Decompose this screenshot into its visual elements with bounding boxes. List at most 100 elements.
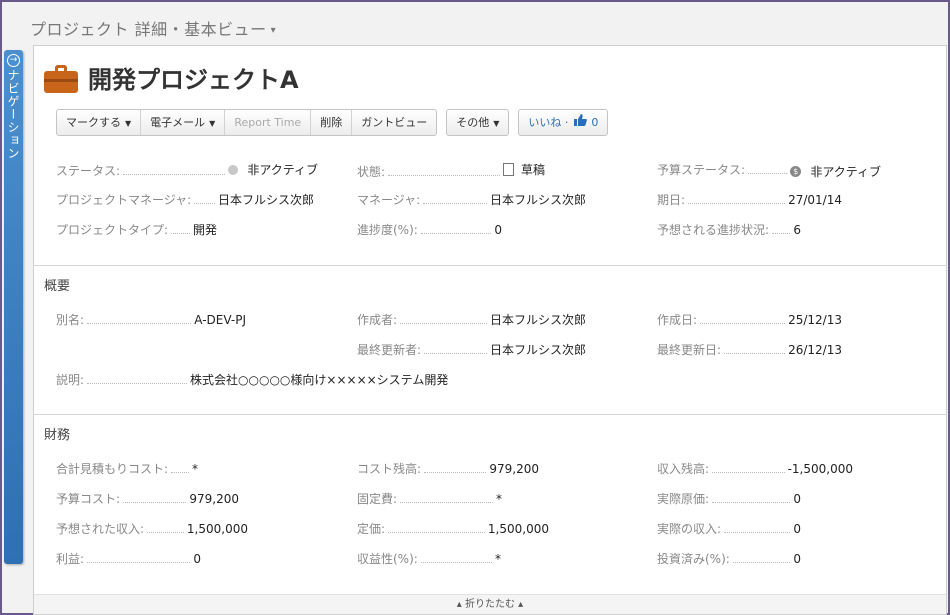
field-value: 25/12/13: [788, 313, 842, 327]
field-project-manager: プロジェクトマネージャ: 日本フルシス次郎: [56, 191, 314, 208]
field-value: 6: [793, 223, 801, 237]
field-label: 進捗度(%):: [357, 223, 418, 237]
like-button-group: いいね · 0: [518, 109, 609, 136]
navigation-tab[interactable]: → ナビゲーション: [4, 50, 23, 564]
field-value: 0: [793, 552, 801, 566]
field-label: 予算コスト:: [56, 492, 121, 506]
field-status: ステータス: 非アクティブ: [56, 161, 318, 179]
field-label: 最終更新者:: [357, 343, 422, 357]
field-label: マネージャ:: [357, 193, 421, 207]
chevron-down-icon: ▼: [125, 119, 132, 128]
app-window: プロジェクト 詳細・基本ビュー ▾ → ナビゲーション 開発プロジェクトA マーク…: [2, 2, 948, 615]
toolbar: マークする ▼ 電子メール ▼ Report Time 削除 ガントビュー その他 ▼…: [56, 109, 617, 136]
field-value: 0: [494, 223, 502, 237]
chevron-down-icon: ▼: [493, 119, 500, 128]
field-value: 979,200: [189, 492, 239, 506]
field-value: 1,500,000: [186, 522, 248, 536]
navigation-tab-label: ナビゲーション: [6, 69, 20, 160]
field-value: 0: [193, 552, 201, 566]
delete-button[interactable]: 削除: [311, 110, 353, 135]
email-button[interactable]: 電子メール ▼: [141, 110, 226, 135]
field-label: 収益性(%):: [357, 552, 418, 566]
field-label: 実際原価:: [657, 492, 710, 506]
field-description: 説明: 株式会社○○○○○様向け×××××システム開発: [56, 371, 448, 388]
field-value: 日本フルシス次郎: [217, 193, 314, 207]
field-label: 利益:: [56, 552, 85, 566]
field-value: 開発: [192, 223, 217, 237]
field-last-updated-date: 最終更新日: 26/12/13: [657, 341, 842, 358]
field-due-date: 期日: 27/01/14: [657, 191, 842, 208]
field-value: 26/12/13: [788, 343, 842, 357]
field-actual-cost: 実際原価: 0: [657, 490, 801, 507]
field-revenue-balance: 収入残高: -1,500,000: [657, 460, 853, 477]
section-title-finance: 財務: [44, 428, 71, 443]
gantt-view-button[interactable]: ガントビュー: [352, 110, 436, 135]
field-value: 非アクティブ: [228, 161, 318, 178]
other-button-group: その他 ▼: [446, 109, 510, 136]
field-value: 日本フルシス次郎: [489, 313, 586, 327]
field-label: 固定費:: [357, 492, 398, 506]
field-label: 作成日:: [657, 313, 698, 327]
like-count: 0: [591, 116, 599, 129]
field-creator: 作成者: 日本フルシス次郎: [357, 311, 586, 328]
breadcrumb[interactable]: プロジェクト 詳細・基本ビュー ▾: [30, 16, 276, 40]
field-manager: マネージャ: 日本フルシス次郎: [357, 191, 586, 208]
field-label: 予算ステータス:: [657, 163, 746, 177]
project-detail-panel: 開発プロジェクトA マークする ▼ 電子メール ▼ Report Time 削除 ガ…: [33, 45, 947, 615]
field-progress: 進捗度(%): 0: [357, 221, 502, 238]
report-time-button[interactable]: Report Time: [225, 110, 312, 135]
mark-button[interactable]: マークする ▼: [57, 110, 142, 135]
arrow-right-icon[interactable]: →: [7, 54, 20, 67]
page-title: 開発プロジェクトA: [88, 66, 299, 94]
other-button[interactable]: その他 ▼: [447, 110, 508, 135]
field-created-date: 作成日: 25/12/13: [657, 311, 842, 328]
breadcrumb-text: プロジェクト 詳細・基本ビュー: [30, 20, 267, 39]
field-alias: 別名: A-DEV-PJ: [56, 311, 246, 328]
collapse-button[interactable]: ▴ 折りたたむ ▴: [34, 594, 946, 614]
field-cost-balance: コスト残高: 979,200: [357, 460, 539, 477]
field-label: ステータス:: [56, 163, 121, 178]
field-value: 979,200: [489, 462, 539, 476]
field-label: 予想された収入:: [56, 522, 145, 536]
field-total-estimated-cost: 合計見積もりコスト: *: [56, 460, 198, 477]
field-label: 説明:: [56, 373, 85, 387]
section-divider: [34, 265, 946, 266]
field-label: 定価:: [357, 522, 386, 536]
title-row: 開発プロジェクトA: [44, 60, 299, 95]
field-value: 27/01/14: [788, 193, 842, 207]
field-project-type: プロジェクトタイプ: 開発: [56, 221, 217, 238]
field-value: 0: [793, 522, 801, 536]
coin-icon: $: [790, 166, 802, 177]
field-fixed-cost: 固定費: *: [357, 490, 502, 507]
field-label: 合計見積もりコスト:: [56, 462, 169, 476]
like-button[interactable]: いいね · 0: [519, 110, 607, 135]
field-label: 状態:: [357, 165, 386, 179]
field-value: 株式会社○○○○○様向け×××××システム開発: [190, 373, 449, 387]
field-label: プロジェクトマネージャ:: [56, 193, 192, 207]
status-dot-icon: [228, 164, 239, 175]
chevron-down-icon[interactable]: ▾: [271, 25, 277, 36]
field-value: 日本フルシス次郎: [489, 343, 586, 357]
field-label: プロジェクトタイプ:: [56, 223, 169, 237]
chevron-down-icon: ▼: [209, 119, 216, 128]
field-value: $ 非アクティブ: [790, 163, 881, 180]
field-value: *: [495, 552, 501, 566]
field-invested: 投資済み(%): 0: [657, 550, 801, 567]
field-label: 期日:: [657, 193, 686, 207]
field-expected-revenue: 予想された収入: 1,500,000: [56, 520, 248, 537]
field-label: 予想される進捗状況:: [657, 223, 770, 237]
field-budget-cost: 予算コスト: 979,200: [56, 490, 239, 507]
field-profitability: 収益性(%): *: [357, 550, 501, 567]
field-value: 草稿: [502, 161, 545, 178]
field-value: 日本フルシス次郎: [489, 193, 586, 207]
field-last-updater: 最終更新者: 日本フルシス次郎: [357, 341, 586, 358]
field-profit: 利益: 0: [56, 550, 201, 567]
field-label: 作成者:: [357, 313, 398, 327]
section-divider: [34, 414, 946, 415]
field-value: -1,500,000: [787, 462, 853, 476]
field-expected-progress: 予想される進捗状況: 6: [657, 221, 801, 238]
field-value: A-DEV-PJ: [194, 313, 246, 327]
field-list-price: 定価: 1,500,000: [357, 520, 549, 537]
briefcase-icon: [44, 64, 78, 93]
field-value: *: [192, 462, 198, 476]
